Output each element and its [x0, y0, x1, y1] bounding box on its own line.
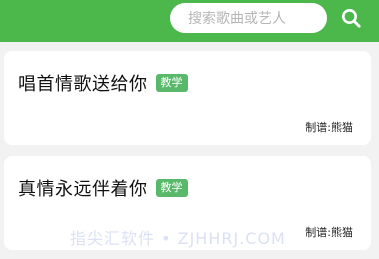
- song-card[interactable]: 唱首情歌送给你 教学 制谱:熊猫: [4, 51, 371, 145]
- song-title: 真情永远伴着你: [18, 179, 148, 200]
- score-maker: 制谱:熊猫: [305, 121, 353, 134]
- top-bar: 搜索歌曲或艺人: [0, 0, 379, 42]
- song-title: 唱首情歌送给你: [18, 74, 148, 95]
- search-placeholder: 搜索歌曲或艺人: [188, 11, 286, 27]
- song-title-row: 真情永远伴着你 教学: [18, 175, 188, 201]
- teaching-tag: 教学: [155, 74, 188, 92]
- watermark: 指尖汇软件 • ZJHHRJ.COM: [70, 229, 286, 248]
- score-maker: 制谱:熊猫: [305, 226, 353, 239]
- search-button[interactable]: [338, 5, 364, 31]
- search-icon: [342, 9, 361, 28]
- teaching-tag: 教学: [155, 179, 188, 197]
- search-input[interactable]: 搜索歌曲或艺人: [170, 3, 327, 33]
- song-title-row: 唱首情歌送给你 教学: [18, 70, 188, 96]
